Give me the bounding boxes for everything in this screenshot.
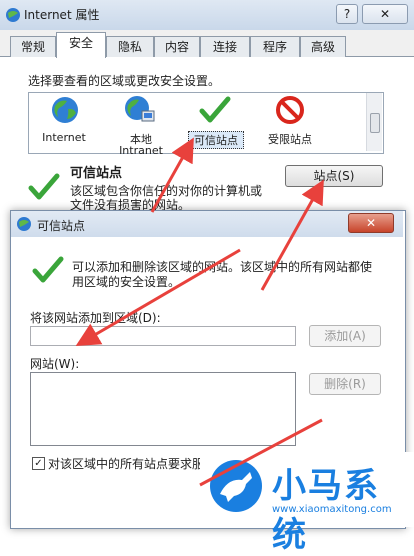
- arrow-to-sites-button: [260, 179, 324, 291]
- arrow-to-trusted-zone: [150, 137, 194, 213]
- arrow-to-add-input: [75, 248, 241, 347]
- annotation-arrows: [75, 137, 324, 487]
- arrow-lower: [199, 418, 323, 487]
